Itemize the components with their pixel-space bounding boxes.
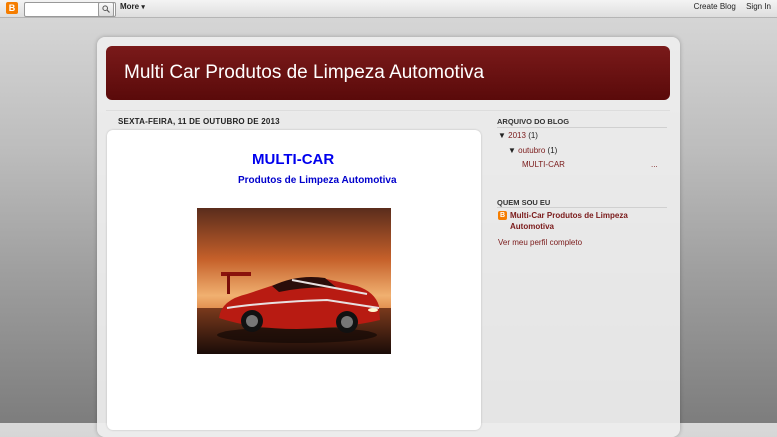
profile-name-line2: Automotiva bbox=[510, 222, 554, 231]
profile-name-link-line2[interactable]: Automotiva bbox=[510, 222, 554, 231]
archive-month-count: (1) bbox=[547, 146, 558, 155]
archive-year-count: (1) bbox=[528, 131, 538, 140]
chevron-down-icon: ▾ bbox=[141, 4, 145, 11]
header-divider bbox=[106, 110, 670, 111]
about-heading: QUEM SOU EU bbox=[497, 198, 551, 207]
more-menu-button[interactable]: More ▾ bbox=[120, 2, 145, 11]
archive-post-link[interactable]: MULTI-CAR bbox=[522, 160, 565, 169]
profile-name-link[interactable]: Multi-Car Produtos de Limpeza bbox=[510, 211, 628, 220]
more-label: More bbox=[120, 2, 140, 11]
profile-complete-link[interactable]: Ver meu perfil completo bbox=[498, 238, 582, 247]
about-divider bbox=[497, 207, 667, 208]
archive-year-link[interactable]: 2013 bbox=[508, 131, 526, 140]
blogger-profile-icon: B bbox=[498, 211, 507, 220]
car-image[interactable] bbox=[197, 208, 391, 354]
blogger-logo-icon[interactable]: B bbox=[6, 2, 18, 14]
blog-title[interactable]: Multi Car Produtos de Limpeza Automotiva bbox=[124, 62, 484, 84]
archive-year-row: ▼ 2013 (1) bbox=[498, 131, 538, 140]
post-title: MULTI-CAR bbox=[252, 151, 335, 168]
archive-post-ellipsis: ... bbox=[651, 160, 658, 169]
profile-name-line1: Multi-Car Produtos de Limpeza bbox=[510, 211, 628, 220]
post-date: SEXTA-FEIRA, 11 DE OUTUBRO DE 2013 bbox=[118, 117, 280, 126]
sign-in-link[interactable]: Sign In bbox=[746, 2, 771, 11]
archive-month-link[interactable]: outubro bbox=[518, 146, 545, 155]
blog-header: Multi Car Produtos de Limpeza Automotiva bbox=[106, 46, 670, 100]
post-subtitle: Produtos de Limpeza Automotiva bbox=[238, 175, 397, 186]
blogger-navbar: B More ▾ Create Blog Sign In bbox=[0, 0, 777, 18]
search-button[interactable] bbox=[98, 2, 114, 17]
create-blog-link[interactable]: Create Blog bbox=[694, 2, 736, 11]
archive-heading: ARQUIVO DO BLOG bbox=[497, 117, 570, 126]
triangle-down-icon[interactable]: ▼ bbox=[498, 131, 506, 140]
search-icon bbox=[102, 5, 110, 13]
archive-divider bbox=[497, 127, 667, 128]
triangle-down-icon[interactable]: ▼ bbox=[508, 146, 516, 155]
archive-month-row: ▼ outubro (1) bbox=[508, 146, 557, 155]
post-body: MULTI-CAR Produtos de Limpeza Automotiva bbox=[107, 130, 481, 430]
